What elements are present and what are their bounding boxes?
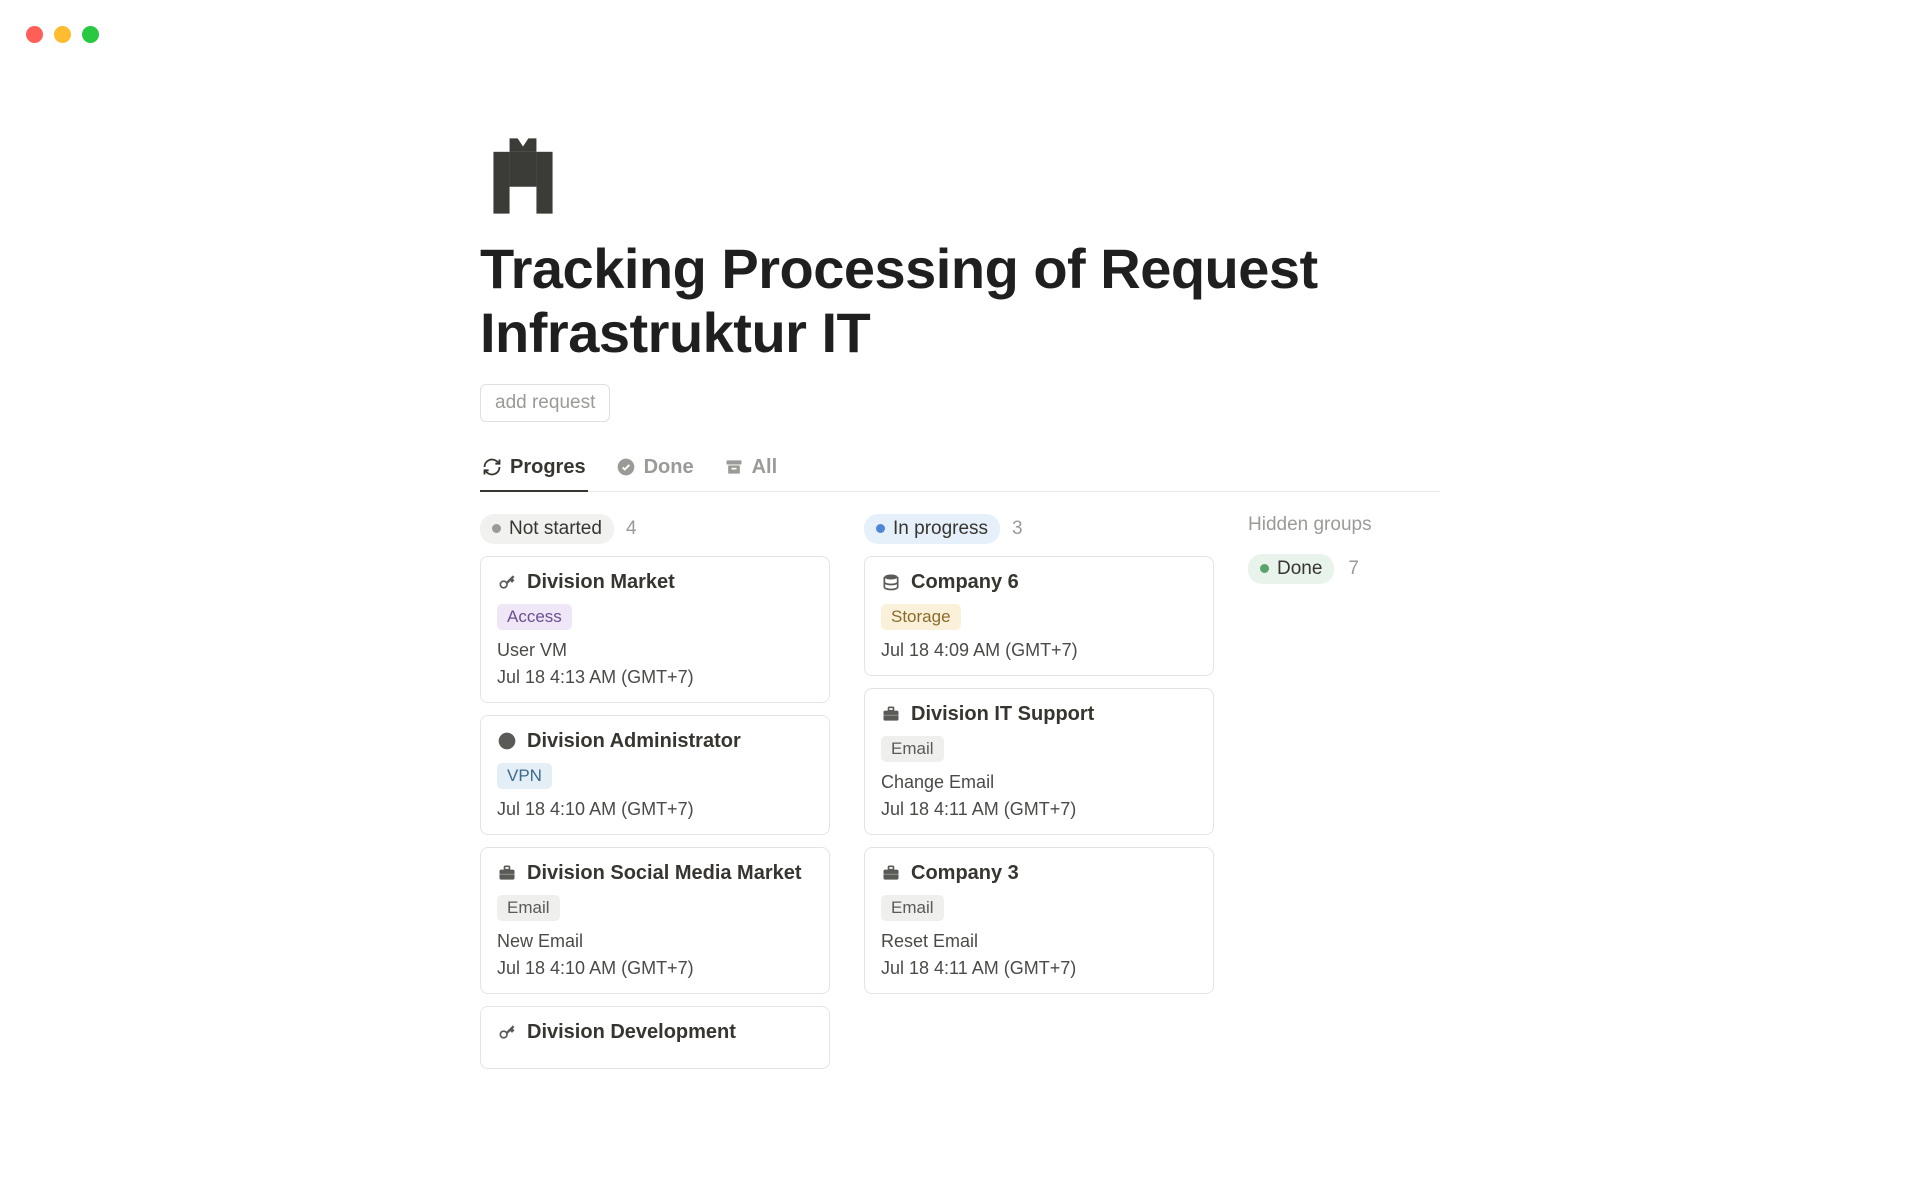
card-description: New Email — [497, 931, 813, 952]
board-view: Not started 4 Division Market Access User VM… — [480, 514, 1440, 1081]
card-title-row: Company 6 — [881, 571, 1197, 594]
status-label: In progress — [893, 518, 988, 540]
card-description: User VM — [497, 640, 813, 661]
status-chip: Done — [1248, 554, 1334, 584]
globe-icon — [497, 731, 517, 751]
status-label: Done — [1277, 558, 1322, 580]
status-label: Not started — [509, 518, 602, 540]
page-content: Tracking Processing of Request Infrastru… — [480, 43, 1440, 1081]
window-traffic-lights — [0, 0, 1920, 43]
card-title: Division IT Support — [911, 703, 1094, 726]
status-dot-icon — [1260, 564, 1269, 573]
card-title-row: Company 3 — [881, 862, 1197, 885]
card-tag: Email — [881, 736, 944, 762]
column-header: In progress 3 — [864, 514, 1214, 544]
card-description: Change Email — [881, 772, 1197, 793]
board-card[interactable]: Division Development — [480, 1006, 830, 1069]
card-title: Company 6 — [911, 571, 1019, 594]
database-icon — [881, 572, 901, 592]
card-title-row: Division IT Support — [881, 703, 1197, 726]
hidden-group-count: 7 — [1348, 558, 1359, 580]
board-card[interactable]: Company 3 Email Reset Email Jul 18 4:11 AM … — [864, 847, 1214, 994]
view-tabs: Progres Done All — [480, 446, 1440, 492]
card-timestamp: Jul 18 4:10 AM (GMT+7) — [497, 958, 813, 979]
hidden-groups-title: Hidden groups — [1248, 514, 1518, 536]
page-icon[interactable] — [480, 133, 1440, 219]
archive-icon — [724, 457, 744, 477]
card-tag: Email — [497, 895, 560, 921]
check-circle-icon — [616, 457, 636, 477]
card-title: Division Market — [527, 571, 675, 594]
briefcase-icon — [497, 863, 517, 883]
card-title-row: Division Market — [497, 571, 813, 594]
status-dot-icon — [876, 524, 885, 533]
tab-label: Done — [644, 456, 694, 479]
maximize-window-icon[interactable] — [82, 26, 99, 43]
status-chip[interactable]: Not started — [480, 514, 614, 544]
page-title: Tracking Processing of Request Infrastru… — [480, 237, 1440, 366]
card-description: Reset Email — [881, 931, 1197, 952]
minimize-window-icon[interactable] — [54, 26, 71, 43]
key-icon — [497, 1022, 517, 1042]
key-icon — [497, 572, 517, 592]
add-request-button[interactable]: add request — [480, 384, 610, 422]
tab-all[interactable]: All — [722, 446, 780, 491]
tab-label: All — [752, 456, 778, 479]
card-tag: VPN — [497, 763, 552, 789]
board-column-not_started: Not started 4 Division Market Access User VM… — [480, 514, 830, 1081]
card-title-row: Division Social Media Market — [497, 862, 813, 885]
board-card[interactable]: Division IT Support Email Change Email Jul … — [864, 688, 1214, 835]
card-timestamp: Jul 18 4:10 AM (GMT+7) — [497, 799, 813, 820]
hidden-groups-column: Hidden groups Done 7 — [1248, 514, 1518, 584]
board-card[interactable]: Division Market Access User VM Jul 18 4:13 … — [480, 556, 830, 703]
close-window-icon[interactable] — [26, 26, 43, 43]
board-card[interactable]: Division Social Media Market Email New Ema… — [480, 847, 830, 994]
card-timestamp: Jul 18 4:11 AM (GMT+7) — [881, 958, 1197, 979]
column-count: 3 — [1012, 518, 1023, 540]
tab-done[interactable]: Done — [614, 446, 696, 491]
card-timestamp: Jul 18 4:09 AM (GMT+7) — [881, 640, 1197, 661]
board-column-in_progress: In progress 3 Company 6 Storage Jul 18 4:09 … — [864, 514, 1214, 1006]
tab-label: Progres — [510, 456, 586, 479]
briefcase-icon — [881, 863, 901, 883]
refresh-icon — [482, 457, 502, 477]
card-title-row: Division Development — [497, 1021, 813, 1044]
card-title: Division Development — [527, 1021, 736, 1044]
tab-progres[interactable]: Progres — [480, 446, 588, 491]
board-card[interactable]: Company 6 Storage Jul 18 4:09 AM (GMT+7) — [864, 556, 1214, 676]
status-dot-icon — [492, 524, 501, 533]
card-tag: Access — [497, 604, 572, 630]
card-tag: Storage — [881, 604, 961, 630]
card-timestamp: Jul 18 4:11 AM (GMT+7) — [881, 799, 1197, 820]
briefcase-icon — [881, 704, 901, 724]
card-timestamp: Jul 18 4:13 AM (GMT+7) — [497, 667, 813, 688]
board-card[interactable]: Division Administrator VPN Jul 18 4:10 AM … — [480, 715, 830, 835]
card-title: Company 3 — [911, 862, 1019, 885]
card-title-row: Division Administrator — [497, 730, 813, 753]
column-header: Not started 4 — [480, 514, 830, 544]
card-title: Division Administrator — [527, 730, 741, 753]
column-count: 4 — [626, 518, 637, 540]
hidden-group-row[interactable]: Done 7 — [1248, 554, 1518, 584]
card-title: Division Social Media Market — [527, 862, 802, 885]
card-tag: Email — [881, 895, 944, 921]
status-chip[interactable]: In progress — [864, 514, 1000, 544]
